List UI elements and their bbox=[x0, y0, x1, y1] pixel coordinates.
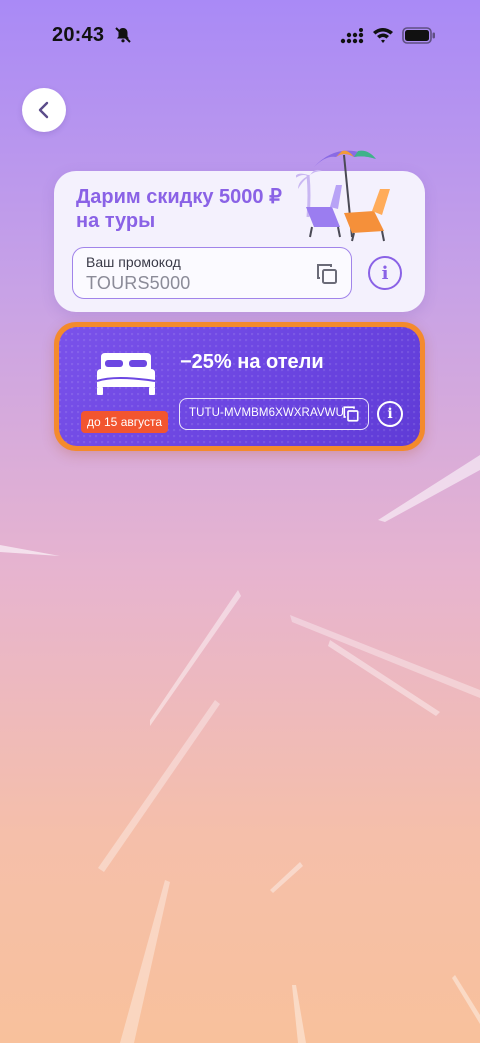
info-icon: i bbox=[381, 262, 389, 284]
wifi-icon bbox=[373, 28, 393, 43]
tours-info-button[interactable]: i bbox=[368, 256, 402, 290]
hotel-deadline-badge: до 15 августа bbox=[81, 411, 169, 433]
status-bar: 20:43 bbox=[0, 0, 480, 70]
battery-icon bbox=[402, 27, 435, 44]
hotel-offer-card: до 15 августа −25% на отели TUTU-MVMBM6X… bbox=[54, 322, 425, 451]
beach-chairs-umbrella-illustration bbox=[296, 150, 390, 242]
tours-offer-card: Дарим скидку 5000 ₽ на туры Ваш промокод… bbox=[54, 150, 425, 312]
hotel-promo-code: TUTU-MVMBM6XWXRAVWU bbox=[189, 407, 345, 419]
hotel-offer-title: −25% на отели bbox=[180, 351, 324, 373]
hotel-promo-code-field[interactable]: TUTU-MVMBM6XWXRAVWU bbox=[179, 398, 369, 430]
chevron-left-icon bbox=[38, 101, 49, 119]
tours-promo-code-field[interactable]: Ваш промокод TOURS5000 bbox=[72, 247, 352, 299]
bed-icon bbox=[96, 353, 156, 395]
back-button[interactable] bbox=[22, 88, 66, 132]
tours-promo-label: Ваш промокод bbox=[86, 254, 181, 270]
copy-icon[interactable] bbox=[342, 405, 360, 423]
background-rays bbox=[0, 455, 480, 1043]
info-icon: i bbox=[387, 406, 393, 422]
hotel-offer-inner: до 15 августа −25% на отели TUTU-MVMBM6X… bbox=[59, 327, 420, 446]
status-time: 20:43 bbox=[52, 24, 105, 46]
bell-off-icon bbox=[115, 27, 131, 43]
hotel-info-button[interactable]: i bbox=[377, 401, 403, 427]
tours-offer-title: Дарим скидку 5000 ₽ на туры bbox=[76, 186, 282, 232]
cellular-signal-icon bbox=[340, 28, 364, 44]
tours-promo-code: TOURS5000 bbox=[86, 273, 191, 293]
copy-icon[interactable] bbox=[315, 262, 339, 286]
